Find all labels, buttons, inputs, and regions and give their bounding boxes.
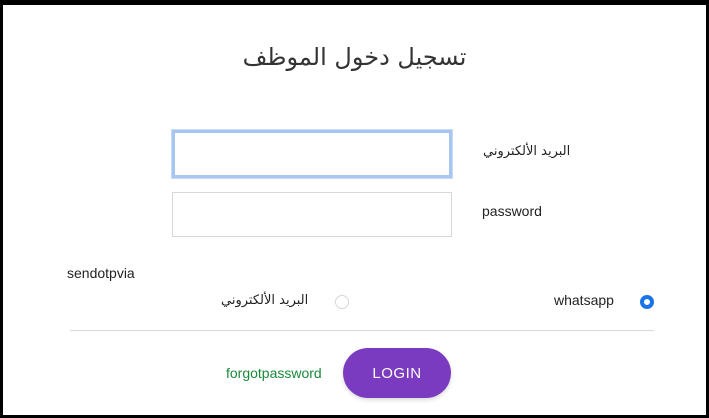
email-input[interactable] <box>172 130 452 178</box>
divider <box>70 330 654 331</box>
password-label: password <box>482 203 542 219</box>
otp-option-email-label: البريد الألكتروني <box>221 293 309 308</box>
password-input[interactable] <box>172 192 452 237</box>
otp-option-email-radio[interactable] <box>335 295 349 309</box>
login-button[interactable]: LOGIN <box>343 348 451 398</box>
send-otp-via-label: sendotpvia <box>67 265 135 281</box>
email-label: البريد الألكتروني <box>483 144 571 159</box>
login-card: تسجيل دخول الموظف البريد الألكتروني pass… <box>3 5 706 415</box>
page-title: تسجيل دخول الموظف <box>242 43 467 71</box>
forgot-password-link[interactable]: forgotpassword <box>226 365 322 381</box>
otp-option-whatsapp-radio[interactable] <box>640 295 654 309</box>
otp-option-whatsapp-label: whatsapp <box>554 292 614 308</box>
